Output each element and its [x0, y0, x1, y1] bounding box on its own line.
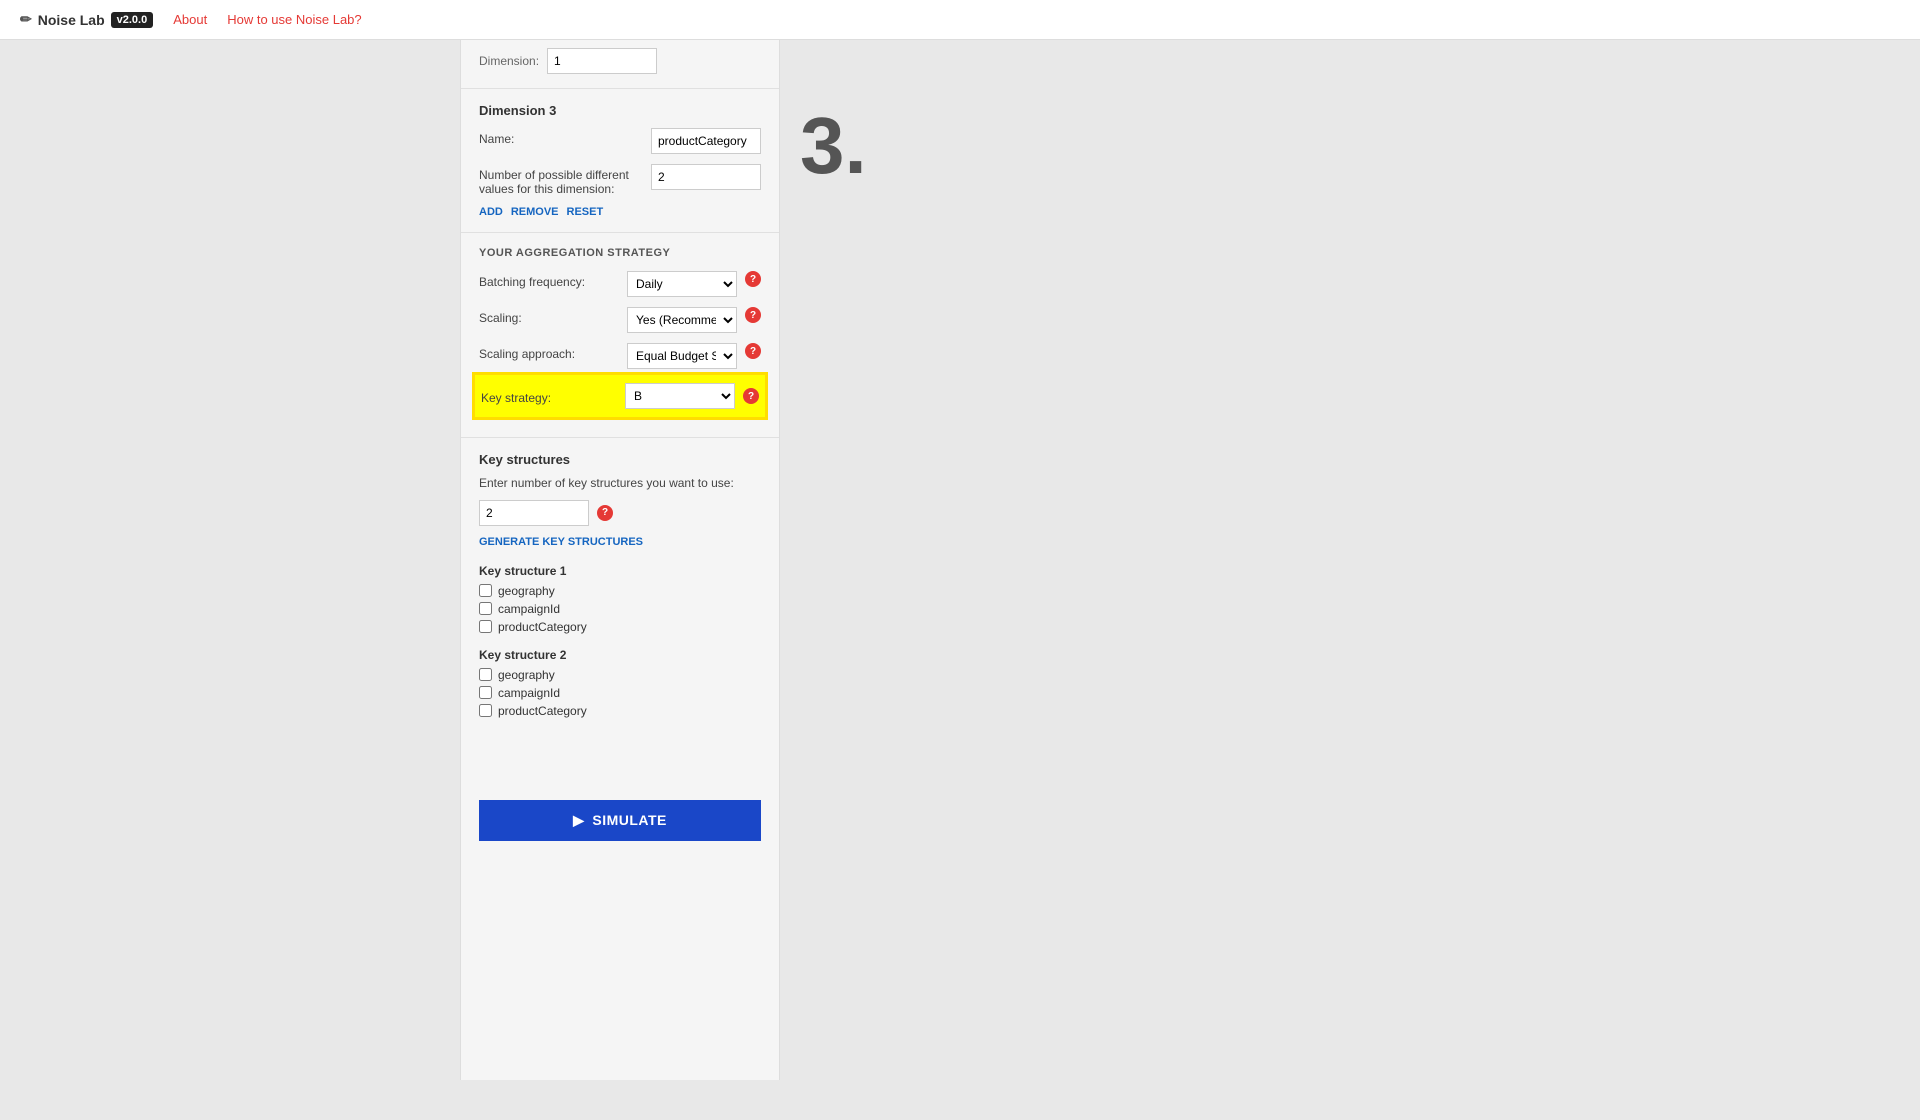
scaling-select[interactable]: Yes (Recommended) No [627, 307, 737, 333]
annotation-number: 3. [800, 100, 867, 192]
ks2-title: Key structure 2 [479, 648, 761, 662]
dimension-top-input[interactable] [547, 48, 657, 74]
key-structures-description: Enter number of key structures you want … [479, 475, 761, 492]
key-strategy-highlighted-row: Key strategy: A B C ? [475, 375, 765, 417]
key-structure-2-group: Key structure 2 geography campaignId pro… [479, 648, 761, 718]
values-input[interactable] [651, 164, 761, 190]
ks-count-help-icon[interactable]: ? [597, 505, 613, 521]
how-to-link[interactable]: How to use Noise Lab? [227, 12, 361, 27]
dim-label-row: Dimension: [479, 48, 761, 74]
generate-key-structures-link[interactable]: GENERATE KEY STRUCTURES [479, 536, 761, 548]
scaling-approach-help-icon[interactable]: ? [745, 343, 761, 359]
key-structure-1-group: Key structure 1 geography campaignId pro… [479, 564, 761, 634]
key-strategy-label: Key strategy: [481, 387, 617, 405]
aggregation-section: YOUR AGGREGATION STRATEGY Batching frequ… [461, 233, 779, 438]
right-area: 3. [780, 40, 1920, 1080]
panel-content: Dimension: Dimension 3 Name: Number of p… [461, 40, 779, 855]
ks2-geography-label: geography [498, 668, 555, 682]
left-area [0, 40, 460, 1080]
ks1-geography-label: geography [498, 584, 555, 598]
scaling-approach-select[interactable]: Equal Budget Split [627, 343, 737, 369]
version-badge: v2.0.0 [111, 12, 154, 28]
ks1-geography-checkbox[interactable] [479, 584, 492, 597]
ks1-productcategory-checkbox[interactable] [479, 620, 492, 633]
simulate-label: SIMULATE [592, 812, 667, 828]
scaling-approach-label: Scaling approach: [479, 343, 619, 361]
aggregation-title: YOUR AGGREGATION STRATEGY [479, 247, 761, 259]
action-links: ADD REMOVE RESET [479, 206, 761, 218]
ks2-productcategory-checkbox[interactable] [479, 704, 492, 717]
key-strategy-help-icon[interactable]: ? [743, 388, 759, 404]
top-navigation: ✏ Noise Lab v2.0.0 About How to use Nois… [0, 0, 1920, 40]
simulate-button[interactable]: ▶ SIMULATE [479, 800, 761, 841]
center-panel: Dimension: Dimension 3 Name: Number of p… [460, 40, 780, 1080]
dim-label-text: Dimension: [479, 54, 539, 68]
batching-row: Batching frequency: Daily Weekly Monthly… [479, 271, 761, 297]
key-strategy-select[interactable]: A B C [625, 383, 735, 409]
add-link[interactable]: ADD [479, 206, 503, 218]
key-structures-title: Key structures [479, 452, 761, 467]
dimension3-section: Dimension 3 Name: Number of possible dif… [461, 89, 779, 233]
dimension3-title: Dimension 3 [479, 103, 761, 118]
ks1-campaignid-checkbox[interactable] [479, 602, 492, 615]
ks2-checkbox-campaignid: campaignId [479, 686, 761, 700]
remove-link[interactable]: REMOVE [511, 206, 559, 218]
name-input[interactable] [651, 128, 761, 154]
scaling-help-icon[interactable]: ? [745, 307, 761, 323]
app-logo: ✏ Noise Lab v2.0.0 [20, 11, 153, 28]
ks1-productcategory-label: productCategory [498, 620, 587, 634]
app-name: Noise Lab [38, 12, 105, 28]
batching-select[interactable]: Daily Weekly Monthly [627, 271, 737, 297]
pencil-icon: ✏ [20, 11, 32, 28]
scaling-row: Scaling: Yes (Recommended) No ? [479, 307, 761, 333]
key-structures-section: Key structures Enter number of key struc… [461, 438, 779, 786]
top-truncated-section: Dimension: [461, 40, 779, 89]
ks1-checkbox-productcategory: productCategory [479, 620, 761, 634]
ks2-productcategory-label: productCategory [498, 704, 587, 718]
about-link[interactable]: About [173, 12, 207, 27]
ks2-geography-checkbox[interactable] [479, 668, 492, 681]
values-field-row: Number of possible different values for … [479, 164, 761, 196]
name-field-row: Name: [479, 128, 761, 154]
ks1-campaignid-label: campaignId [498, 602, 560, 616]
scaling-label: Scaling: [479, 307, 619, 325]
ks-count-row: ? [479, 500, 761, 526]
ks2-campaignid-label: campaignId [498, 686, 560, 700]
spacer [479, 732, 761, 772]
batching-help-icon[interactable]: ? [745, 271, 761, 287]
ks1-checkbox-campaignid: campaignId [479, 602, 761, 616]
simulate-icon: ▶ [573, 812, 584, 829]
main-layout: Dimension: Dimension 3 Name: Number of p… [0, 40, 1920, 1080]
scaling-approach-row: Scaling approach: Equal Budget Split ? [479, 343, 761, 369]
reset-link[interactable]: RESET [567, 206, 604, 218]
ks1-checkbox-geography: geography [479, 584, 761, 598]
values-label: Number of possible different values for … [479, 164, 643, 196]
name-label: Name: [479, 128, 643, 146]
ks2-checkbox-productcategory: productCategory [479, 704, 761, 718]
batching-label: Batching frequency: [479, 271, 619, 289]
ks-count-input[interactable] [479, 500, 589, 526]
ks2-campaignid-checkbox[interactable] [479, 686, 492, 699]
ks2-checkbox-geography: geography [479, 668, 761, 682]
simulate-area: ▶ SIMULATE [461, 786, 779, 855]
ks1-title: Key structure 1 [479, 564, 761, 578]
